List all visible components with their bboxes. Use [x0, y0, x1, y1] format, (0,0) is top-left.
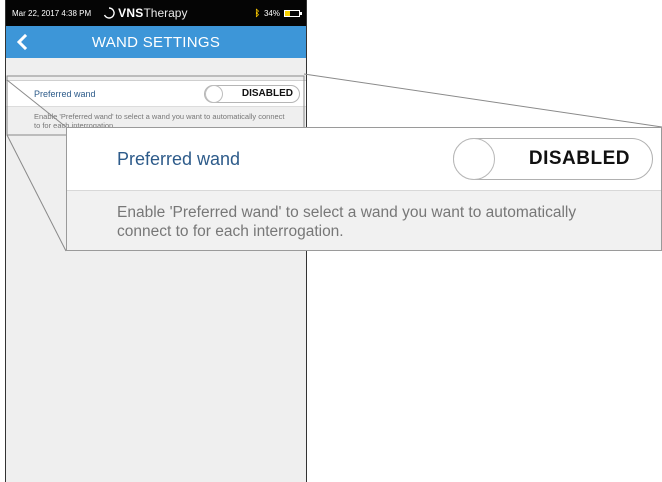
- brand-bold: VNS: [118, 6, 144, 20]
- preferred-wand-toggle[interactable]: DISABLED: [204, 84, 300, 103]
- battery-icon: [284, 9, 302, 17]
- battery-percent: 34%: [263, 8, 280, 18]
- toggle-state: DISABLED: [241, 88, 293, 99]
- battery-fill: [285, 10, 290, 16]
- status-bar: Mar 22, 2017 4:38 PM VNS Therapy ᛒ 34%: [6, 0, 306, 26]
- zoom-toggle-state: DISABLED: [528, 148, 630, 169]
- page-title: WAND SETTINGS: [91, 33, 221, 51]
- nav-bar: WAND SETTINGS: [6, 26, 306, 58]
- preferred-wand-row: Preferred wand DISABLED: [6, 80, 306, 107]
- zoom-preferred-wand-toggle[interactable]: DISABLED: [453, 138, 653, 180]
- brand-light: Therapy: [143, 6, 188, 20]
- vns-logo-icon: [104, 7, 115, 19]
- zoom-preferred-wand-row: Preferred wand DISABLED: [67, 128, 661, 191]
- bluetooth-icon: ᛒ: [254, 8, 260, 18]
- brand-logo: VNS Therapy: [103, 6, 187, 20]
- zoom-callout: Preferred wand DISABLED Enable 'Preferre…: [66, 127, 662, 251]
- preferred-wand-label: Preferred wand: [34, 88, 96, 99]
- chevron-left-icon[interactable]: [12, 32, 32, 52]
- zoom-preferred-wand-description: Enable 'Preferred wand' to select a wand…: [117, 204, 577, 240]
- zoom-preferred-wand-label: Preferred wand: [117, 148, 241, 169]
- status-datetime: Mar 22, 2017 4:38 PM: [12, 8, 92, 18]
- toggle-knob: [205, 84, 223, 103]
- zoom-toggle-knob: [453, 138, 495, 180]
- status-right: ᛒ 34%: [254, 8, 302, 18]
